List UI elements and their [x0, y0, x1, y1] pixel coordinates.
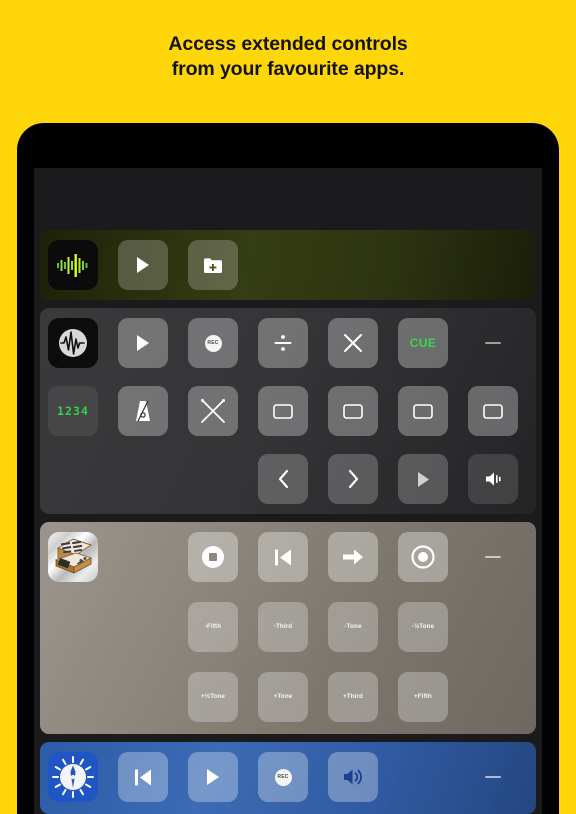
rounded-rect-icon [273, 403, 293, 419]
button-cue[interactable]: CUE [398, 318, 448, 368]
app-icon-tuner[interactable] [48, 752, 98, 802]
minus-icon [485, 556, 501, 558]
panel-audio-recorder [40, 230, 536, 300]
app-icon-daw[interactable] [48, 318, 98, 368]
button-skip-back-synth[interactable] [258, 532, 308, 582]
button-volume[interactable] [468, 454, 518, 504]
button-clip-slot-1[interactable] [258, 386, 308, 436]
button-interval-plus-halftone[interactable]: +½Tone [188, 672, 238, 722]
rounded-rect-icon [483, 403, 503, 419]
waveform-app-icon [48, 240, 98, 290]
waveform-circle-app-icon [48, 318, 98, 368]
button-next[interactable] [328, 454, 378, 504]
app-icon-audio-recorder[interactable] [48, 240, 98, 290]
button-record-synth[interactable] [398, 532, 448, 582]
button-interval-plus-tone[interactable]: +Tone [258, 672, 308, 722]
record-rec-icon: REC [204, 334, 222, 352]
screenshot-stage: Access extended controls from your favou… [0, 0, 576, 814]
button-collapse-daw[interactable] [468, 318, 518, 368]
button-clip-slot-4[interactable] [468, 386, 518, 436]
play-icon [205, 768, 221, 786]
button-skip-back-tuner[interactable] [118, 752, 168, 802]
button-play-daw[interactable] [118, 318, 168, 368]
tuner-dial-app-icon [48, 752, 98, 802]
play-icon [135, 256, 151, 274]
button-play-tuner[interactable] [188, 752, 238, 802]
record-rec-icon: REC [274, 768, 292, 786]
rounded-rect-icon [343, 403, 363, 419]
button-clip-slot-3[interactable] [398, 386, 448, 436]
button-interval-minus-tone[interactable]: -Tone [328, 602, 378, 652]
button-new-folder[interactable] [188, 240, 238, 290]
skip-back-icon [273, 548, 293, 567]
button-play-secondary[interactable] [398, 454, 448, 504]
chevron-right-icon [347, 469, 360, 489]
button-interval-minus-halftone[interactable]: -½Tone [398, 602, 448, 652]
app-icon-synth[interactable] [48, 532, 98, 582]
tablet-device-frame: REC CUE 1234 -Fifth -Third -Tone -½Tone … [18, 124, 558, 814]
interval-label: -Fifth [204, 622, 222, 630]
divide-icon [273, 333, 293, 353]
folder-add-icon [203, 257, 223, 274]
button-crossed-sticks[interactable] [188, 386, 238, 436]
button-clip-slot-2[interactable] [328, 386, 378, 436]
interval-label: +½Tone [201, 692, 225, 700]
interval-label: +Tone [273, 692, 293, 700]
button-interval-minus-third[interactable]: -Third [258, 602, 308, 652]
button-record-tuner[interactable]: REC [258, 752, 308, 802]
synthesizer-app-icon [48, 532, 98, 582]
button-forward-synth[interactable] [328, 532, 378, 582]
rounded-rect-icon [413, 403, 433, 419]
interval-label: +Fifth [414, 692, 432, 700]
headline-line-1: Access extended controls [168, 33, 408, 55]
tablet-screen: REC CUE 1234 -Fifth -Third -Tone -½Tone … [34, 168, 542, 814]
button-metronome[interactable] [118, 386, 168, 436]
led-digits-display: 1234 [56, 404, 90, 418]
button-previous[interactable] [258, 454, 308, 504]
panel-daw-controller: REC CUE 1234 [40, 308, 536, 514]
multiply-icon [343, 333, 363, 353]
button-multiply[interactable] [328, 318, 378, 368]
interval-label: -½Tone [411, 622, 435, 630]
button-stop-synth[interactable] [188, 532, 238, 582]
stop-icon [201, 545, 225, 569]
cue-text-icon: CUE [409, 336, 437, 350]
interval-label: +Third [343, 692, 363, 700]
button-interval-plus-third[interactable]: +Third [328, 672, 378, 722]
button-interval-plus-fifth[interactable]: +Fifth [398, 672, 448, 722]
panel-tuner-controller: REC [40, 742, 536, 814]
button-play-audio[interactable] [118, 240, 168, 290]
minus-icon [485, 342, 501, 344]
headline-line-2: from your favourite apps. [171, 58, 405, 80]
arrow-right-icon [342, 548, 364, 566]
record-circle-icon [411, 545, 435, 569]
play-icon [135, 334, 151, 352]
speaker-wave-icon [342, 767, 364, 787]
skip-back-icon [133, 768, 153, 787]
panel-synth-controller: -Fifth -Third -Tone -½Tone +½Tone +Tone … [40, 522, 536, 734]
chevron-left-icon [277, 469, 290, 489]
speaker-icon [483, 470, 503, 488]
interval-label: -Third [273, 622, 293, 630]
button-interval-minus-fifth[interactable]: -Fifth [188, 602, 238, 652]
button-record-daw[interactable]: REC [188, 318, 238, 368]
crossed-sticks-icon [199, 397, 227, 425]
button-speaker-tuner[interactable] [328, 752, 378, 802]
button-collapse-tuner[interactable] [468, 752, 518, 802]
metronome-icon [133, 399, 153, 423]
minus-icon [485, 776, 501, 778]
interval-label: -Tone [344, 622, 362, 630]
button-divide[interactable] [258, 318, 308, 368]
display-beat-counter: 1234 [48, 386, 98, 436]
play-icon [416, 471, 431, 488]
button-collapse-synth[interactable] [468, 532, 518, 582]
page-title: Access extended controls from your favou… [0, 32, 576, 82]
